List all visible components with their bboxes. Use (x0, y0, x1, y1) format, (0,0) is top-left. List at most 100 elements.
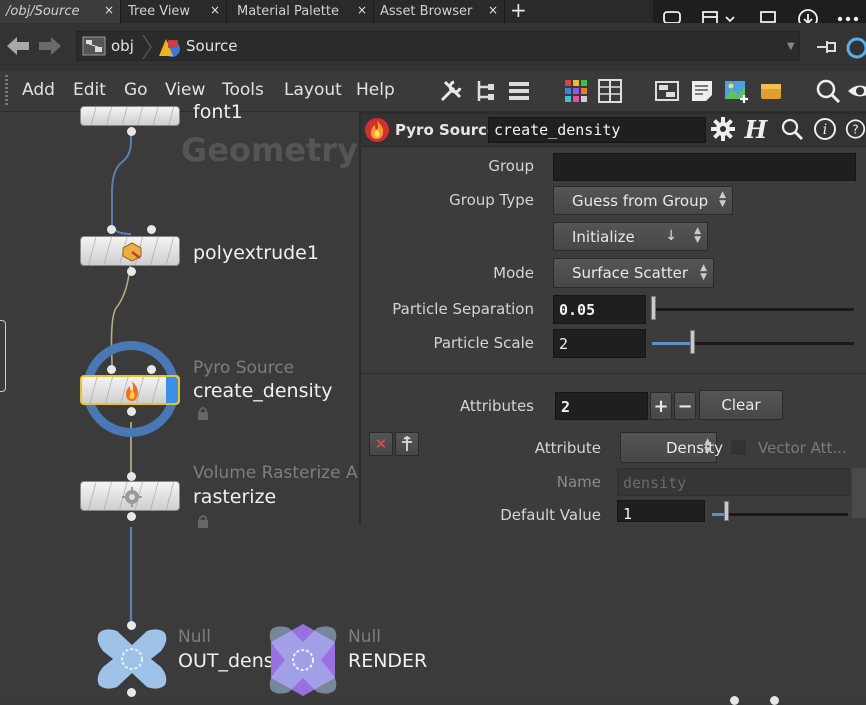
particle-scale-slider-fill (652, 342, 693, 345)
sticky-note-icon[interactable] (688, 77, 716, 105)
particle-scale-slider-handle[interactable] (690, 330, 696, 354)
network-box-icon[interactable] (653, 77, 681, 105)
scrollbar[interactable] (852, 468, 866, 518)
node-polyextrude1[interactable] (80, 236, 180, 266)
particle-scale-field[interactable]: 2 (553, 329, 646, 358)
wrench-icon[interactable] (437, 77, 465, 105)
default-value-field[interactable]: 1 (617, 500, 705, 523)
add-tab-button[interactable]: + (510, 0, 527, 22)
tab-asset-browser[interactable]: Asset Browser × (374, 0, 504, 23)
image-icon[interactable] (722, 77, 750, 105)
menu-tools[interactable]: Tools (222, 80, 264, 100)
eye-icon[interactable] (846, 77, 866, 105)
input-connector[interactable] (107, 365, 116, 374)
path-dropdown-icon[interactable]: ▼ (787, 41, 795, 52)
tab-label: /obj/Source (6, 4, 80, 19)
gear-icon[interactable] (710, 116, 736, 142)
path-field[interactable] (76, 31, 800, 61)
initialize-value: Initialize (572, 227, 635, 246)
color-palette-icon[interactable] (562, 77, 590, 105)
menu-add[interactable]: Add (22, 80, 55, 100)
menu-edit[interactable]: Edit (73, 80, 106, 100)
input-connector[interactable] (127, 472, 136, 481)
initialize-dropdown[interactable]: Initialize ↓ ▲ ▼ (553, 222, 708, 251)
breadcrumb-obj[interactable]: obj (111, 37, 134, 55)
link-icon[interactable] (845, 36, 866, 64)
pin-icon[interactable] (815, 38, 837, 60)
particle-separation-field[interactable]: 0.05 (553, 295, 646, 324)
particle-separation-slider-track[interactable] (652, 308, 854, 311)
grid-icon[interactable] (596, 77, 624, 105)
group-type-dropdown[interactable]: Guess from Group ▲ ▼ (553, 186, 733, 215)
tab-close-icon[interactable]: × (357, 3, 367, 17)
group-field[interactable] (553, 153, 856, 181)
tab-label: Material Palette (237, 4, 339, 19)
tab-tree-view[interactable]: Tree View × (122, 0, 226, 23)
info-icon[interactable]: i (812, 116, 838, 142)
group-type-value: Guess from Group (572, 191, 709, 210)
node-render[interactable] (265, 622, 341, 702)
lock-icon (197, 405, 209, 424)
output-connector[interactable] (127, 512, 136, 521)
output-connector[interactable] (127, 267, 136, 276)
node-font1[interactable] (80, 106, 180, 126)
clear-attributes-button[interactable]: Clear (699, 390, 783, 420)
list-view-icon[interactable] (505, 77, 533, 105)
fire-icon (122, 380, 142, 406)
particle-scale-label: Particle Scale (433, 334, 534, 352)
tab-close-icon[interactable]: × (210, 3, 220, 17)
output-connector[interactable] (127, 688, 136, 697)
node-rasterize[interactable] (80, 481, 180, 511)
spinner-icon: ▲ ▼ (719, 190, 726, 209)
forward-arrow-icon[interactable] (37, 35, 63, 63)
output-connector[interactable] (127, 407, 136, 416)
help-h-icon[interactable]: H (742, 114, 770, 144)
input-connector[interactable] (147, 225, 156, 234)
node-rasterize-label: rasterize (193, 486, 277, 508)
output-connector[interactable] (127, 127, 136, 136)
tree-layout-icon[interactable] (472, 77, 500, 105)
remove-instance-icon[interactable]: ✕ (369, 432, 393, 456)
menu-layout[interactable]: Layout (284, 80, 342, 100)
node-type-label: Pyro Source (395, 121, 498, 139)
insert-instance-icon[interactable] (395, 432, 419, 456)
search-icon[interactable] (814, 77, 842, 105)
node-polyextrude1-label: polyextrude1 (193, 242, 319, 264)
attributes-count-field[interactable]: 2 (555, 392, 648, 420)
vector-attr-checkbox[interactable] (730, 439, 747, 456)
node-create-density-type: Pyro Source (193, 358, 295, 378)
remove-attribute-button[interactable]: − (674, 392, 696, 420)
rasterize-icon (121, 486, 143, 512)
menu-help[interactable]: Help (356, 80, 395, 100)
tab-material-palette[interactable]: Material Palette × (231, 0, 373, 23)
tab-close-icon[interactable]: × (488, 3, 498, 17)
input-connector[interactable] (147, 365, 156, 374)
node-create-density[interactable] (80, 375, 180, 405)
left-panel-handle[interactable] (0, 320, 6, 392)
question-icon[interactable]: ? (845, 116, 866, 142)
mode-dropdown[interactable]: Surface Scatter ▲ ▼ (553, 258, 714, 288)
menu-grip-icon (5, 75, 8, 105)
menu-go[interactable]: Go (124, 80, 148, 100)
display-flag[interactable] (166, 377, 178, 403)
tab-label: Tree View (128, 4, 191, 19)
section-divider (361, 373, 866, 374)
menu-view[interactable]: View (165, 80, 205, 100)
node-name-field[interactable]: create_density (488, 117, 706, 143)
add-attribute-button[interactable]: + (650, 392, 672, 420)
tab-obj-source[interactable]: /obj/Source × (0, 0, 120, 23)
name-field[interactable]: density (617, 468, 850, 496)
default-value-slider-track[interactable] (712, 513, 848, 516)
input-connector[interactable] (107, 225, 116, 234)
breadcrumb-source[interactable]: Source (186, 37, 238, 55)
tab-close-icon[interactable]: × (104, 3, 114, 17)
particle-separation-slider-handle[interactable] (651, 296, 656, 320)
bundle-icon[interactable] (757, 77, 785, 105)
back-arrow-icon[interactable] (5, 35, 31, 63)
name-label: Name (556, 473, 601, 491)
attributes-label: Attributes (459, 397, 534, 415)
attribute-dropdown[interactable]: Density ▲ ▼ (620, 432, 723, 463)
default-value-slider-handle[interactable] (723, 501, 729, 521)
node-out-density[interactable] (95, 627, 169, 695)
search-icon[interactable] (779, 116, 805, 142)
